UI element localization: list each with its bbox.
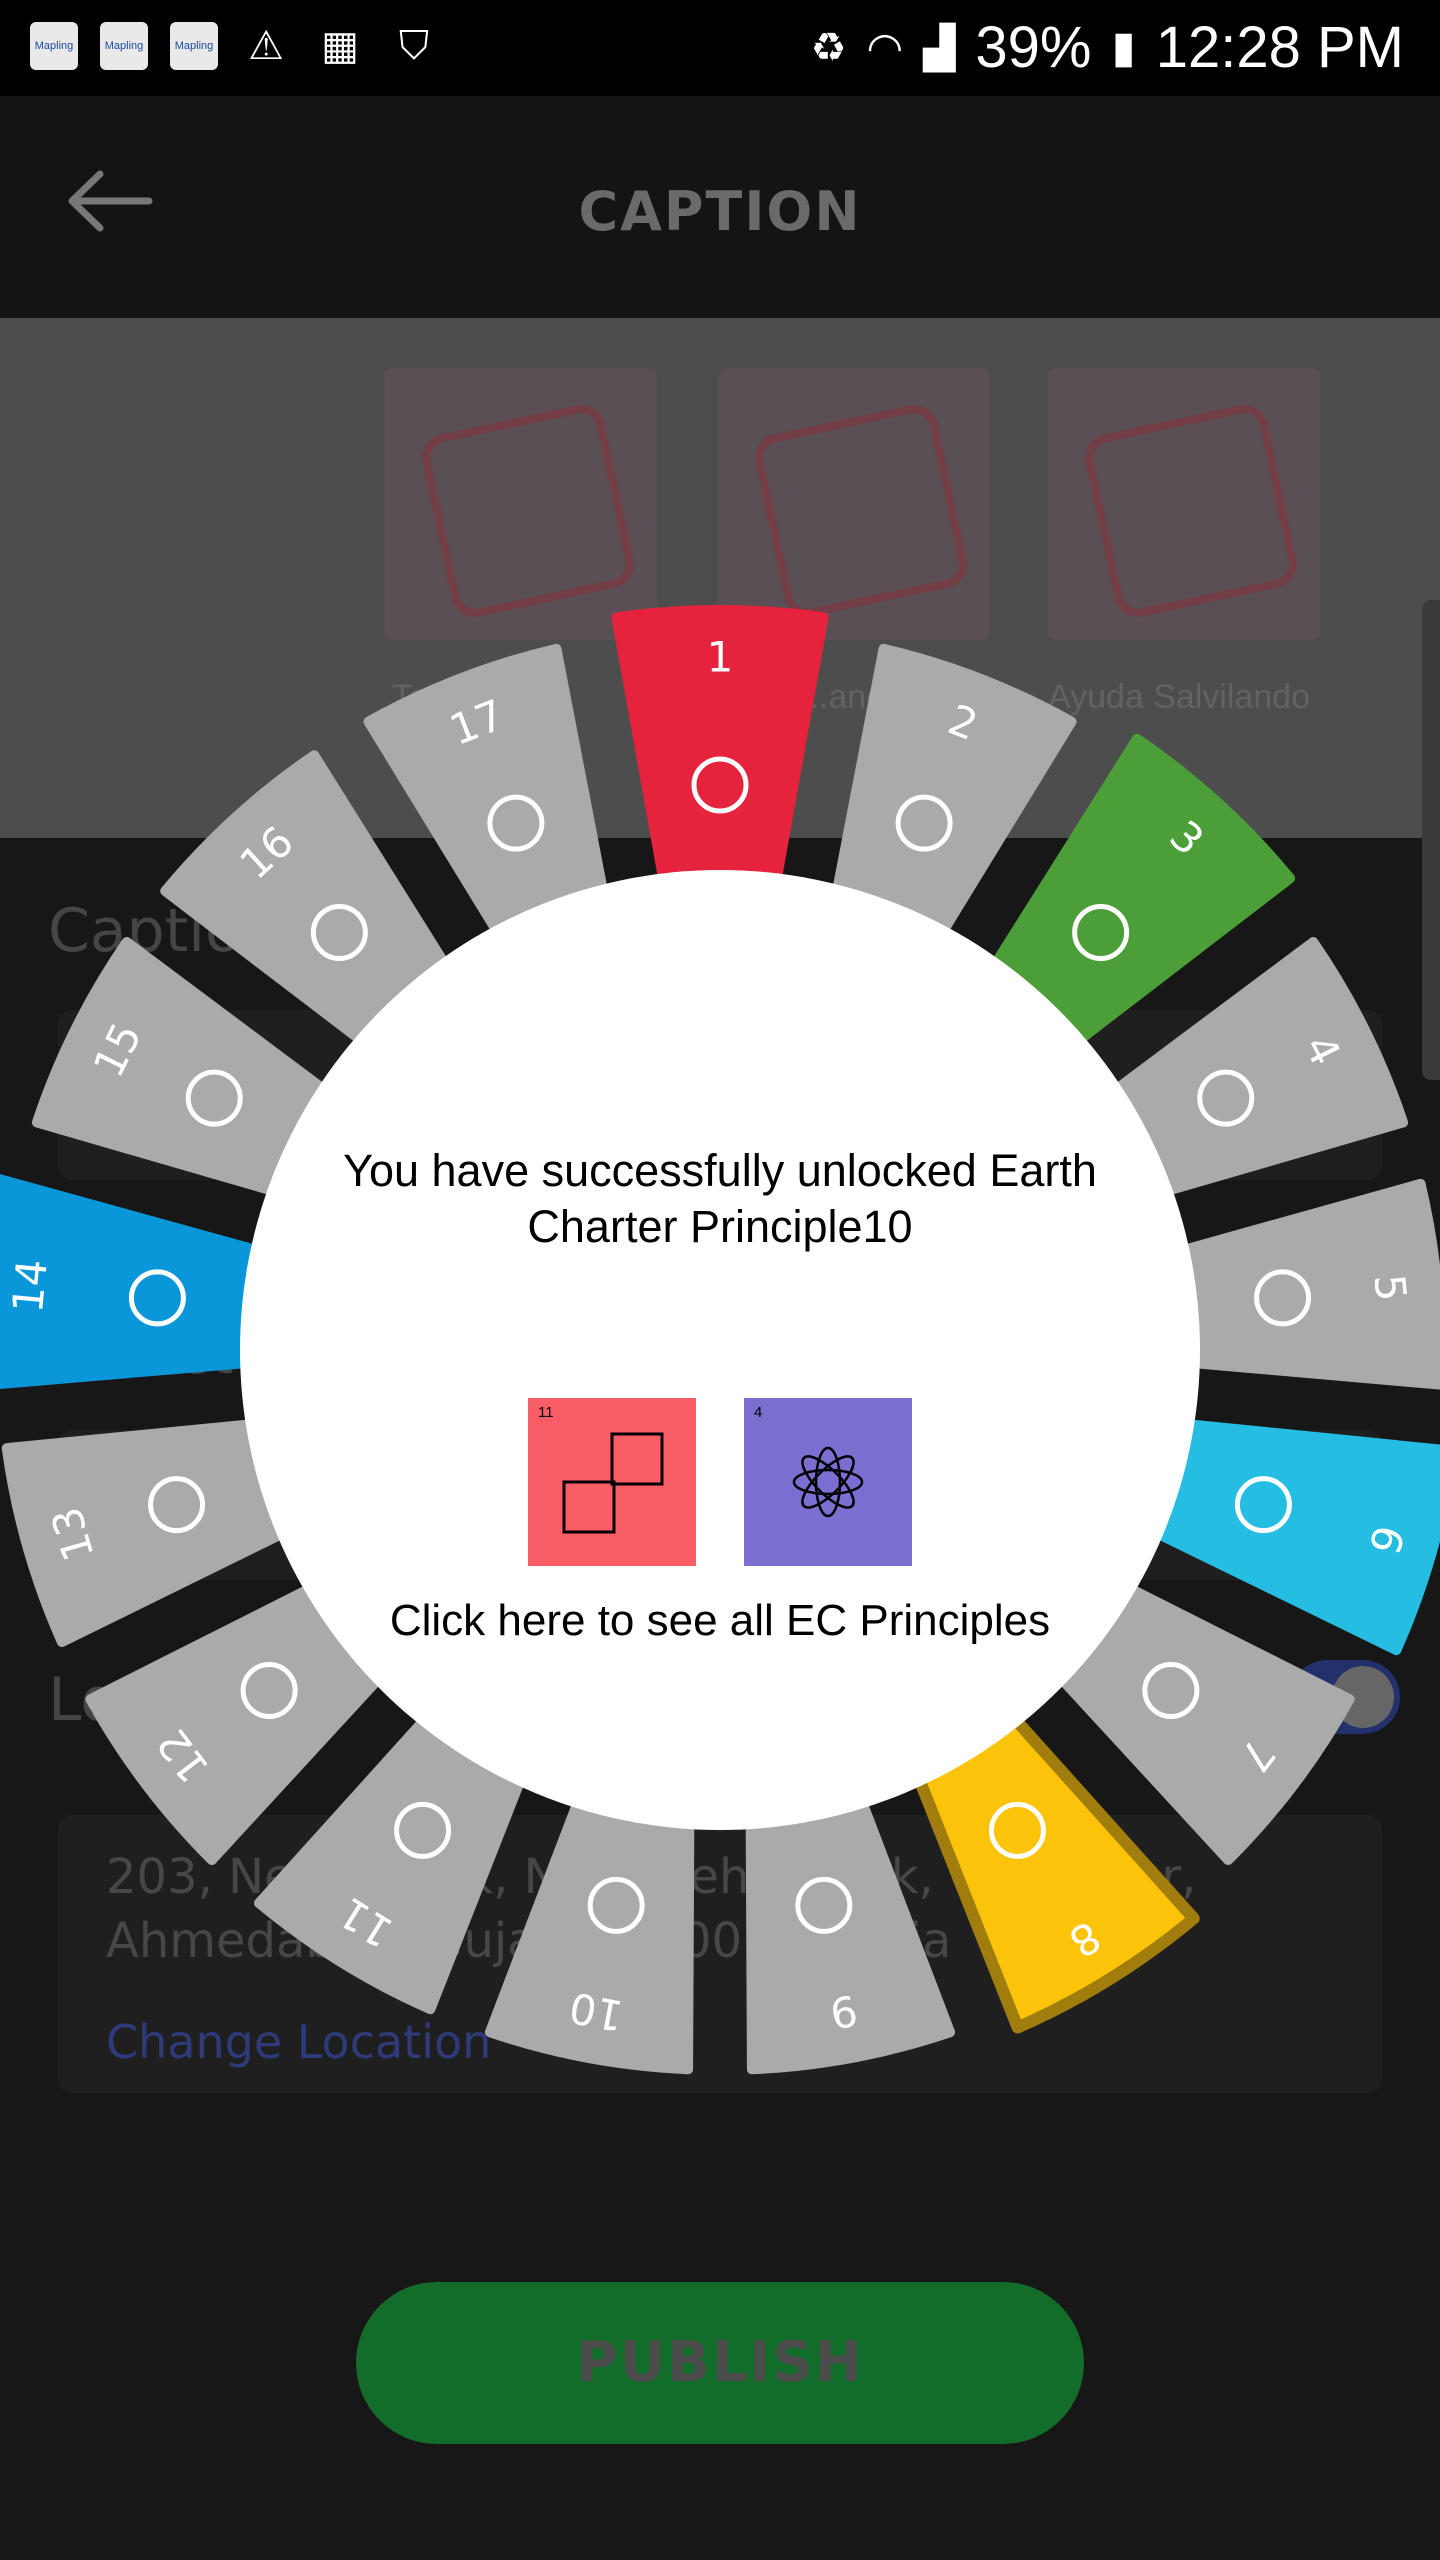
ec-principles-wheel: 1234567891011121314151617 <box>0 605 1440 2075</box>
segment-number: 10 <box>566 1983 628 2041</box>
segment-number: 1 <box>707 633 734 682</box>
unlocked-principle-tile[interactable]: 11 <box>528 1398 696 1566</box>
principle-segment-9[interactable]: 9 <box>745 1793 956 2075</box>
principle-segment-5[interactable]: 5 <box>1174 1178 1440 1390</box>
see-all-principles-link[interactable]: Click here to see all EC Principles <box>300 1596 1140 1646</box>
principle-segment-14[interactable]: 14 <box>0 1174 266 1389</box>
unlocked-principle-tile[interactable]: 4 <box>744 1398 912 1566</box>
overlapping-squares-icon <box>562 1432 664 1534</box>
segment-number: 5 <box>1365 1272 1416 1303</box>
lotus-flower-icon <box>792 1446 864 1518</box>
segment-number: 14 <box>3 1257 57 1315</box>
principle-segment-10[interactable]: 10 <box>484 1793 695 2075</box>
principle-segment-6[interactable]: 6 <box>1148 1418 1440 1656</box>
tile-number: 11 <box>538 1404 554 1421</box>
center-disc <box>240 870 1200 1830</box>
tile-number: 4 <box>754 1404 763 1421</box>
principle-segment-13[interactable]: 13 <box>1 1418 292 1648</box>
unlock-message: You have successfully unlocked Earth Cha… <box>343 1145 1097 1252</box>
principle-segment-1[interactable]: 1 <box>611 605 829 889</box>
